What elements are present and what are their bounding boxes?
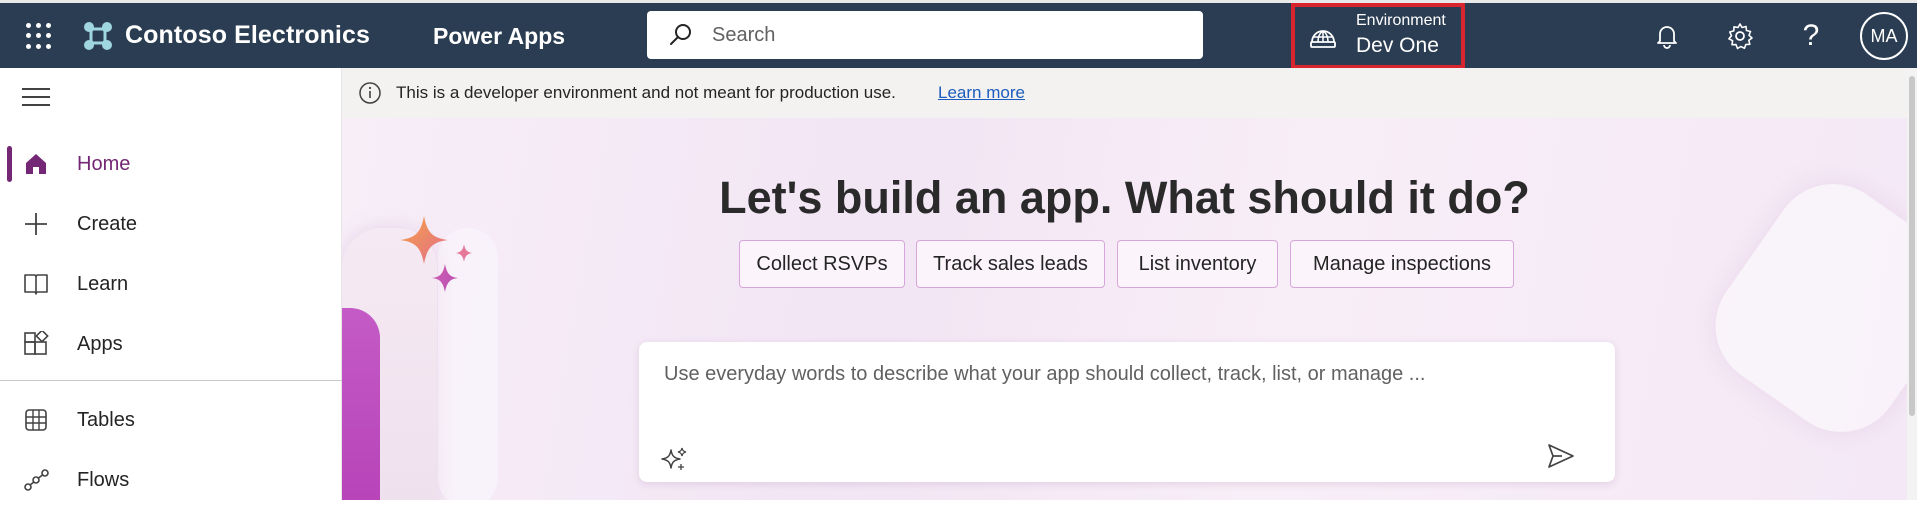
sidebar-item-tables[interactable]: Tables	[0, 394, 342, 446]
sidebar-item-create[interactable]: Create	[0, 198, 342, 250]
environment-name: Dev One	[1356, 34, 1439, 57]
scrollbar-thumb[interactable]	[1909, 76, 1915, 416]
suggestion-chip-list-inventory[interactable]: List inventory	[1117, 240, 1278, 288]
sidebar-item-label: Apps	[77, 332, 123, 355]
environment-globe-icon	[1310, 30, 1336, 48]
sidebar-item-label: Flows	[77, 468, 130, 491]
plus-icon	[22, 210, 50, 238]
hamburger-menu-icon[interactable]	[22, 88, 50, 110]
main-scrollbar[interactable]	[1907, 68, 1917, 500]
sidebar-item-learn[interactable]: Learn	[0, 258, 342, 310]
developer-environment-notice: This is a developer environment and not …	[342, 68, 1917, 118]
hero-title: Let's build an app. What should it do?	[719, 172, 1530, 223]
home-icon	[22, 150, 50, 178]
environment-switcher[interactable]: Environment Dev One	[1291, 3, 1465, 69]
sidebar-item-flows[interactable]: Flows	[0, 454, 342, 506]
learn-more-link[interactable]: Learn more	[938, 83, 1025, 103]
sidebar-item-label: Home	[77, 152, 131, 175]
search-input[interactable]: Search	[712, 24, 775, 47]
app-builder-hero: Let's build an app. What should it do? C…	[342, 118, 1907, 500]
notifications-bell-icon[interactable]	[1650, 19, 1684, 53]
sidebar-divider	[0, 380, 342, 381]
top-header: Contoso Electronics Power Apps Search En…	[0, 0, 1917, 69]
suggestion-chip-track-sales-leads[interactable]: Track sales leads	[916, 240, 1105, 288]
info-icon	[359, 82, 381, 104]
table-icon	[22, 406, 50, 434]
app-description-prompt[interactable]: Use everyday words to describe what your…	[639, 342, 1615, 482]
notice-text: This is a developer environment and not …	[396, 83, 896, 102]
app-name[interactable]: Power Apps	[433, 23, 565, 50]
book-icon	[22, 270, 50, 298]
sidebar-item-apps[interactable]: Apps	[0, 318, 342, 370]
environment-label: Environment	[1356, 12, 1446, 29]
left-navigation: Home Create Learn Apps Tables Flows	[0, 68, 342, 500]
suggestion-chip-manage-inspections[interactable]: Manage inspections	[1290, 240, 1514, 288]
sidebar-item-label: Tables	[77, 408, 135, 431]
main-content: This is a developer environment and not …	[342, 68, 1917, 500]
send-icon[interactable]	[1545, 440, 1577, 472]
search-icon	[670, 24, 691, 45]
search-box[interactable]: Search	[647, 11, 1203, 59]
sidebar-item-label: Learn	[77, 272, 129, 295]
settings-gear-icon[interactable]	[1723, 19, 1757, 53]
org-name[interactable]: Contoso Electronics	[125, 21, 370, 50]
sparkle-decoration-icon	[400, 216, 472, 292]
user-avatar[interactable]: MA	[1860, 12, 1908, 60]
copilot-sparkle-icon[interactable]	[659, 444, 689, 474]
help-icon[interactable]: ?	[1794, 19, 1828, 53]
active-indicator	[7, 146, 12, 182]
prompt-input[interactable]: Use everyday words to describe what your…	[664, 363, 1425, 386]
sidebar-item-home[interactable]: Home	[0, 138, 342, 190]
apps-icon	[22, 330, 50, 358]
contoso-logo-icon	[84, 22, 112, 50]
app-launcher-icon[interactable]	[20, 21, 51, 51]
decorative-purple-pillar	[342, 308, 380, 500]
sidebar-item-label: Create	[77, 212, 138, 235]
suggestion-chip-collect-rsvps[interactable]: Collect RSVPs	[739, 240, 905, 288]
flow-icon	[22, 466, 50, 494]
